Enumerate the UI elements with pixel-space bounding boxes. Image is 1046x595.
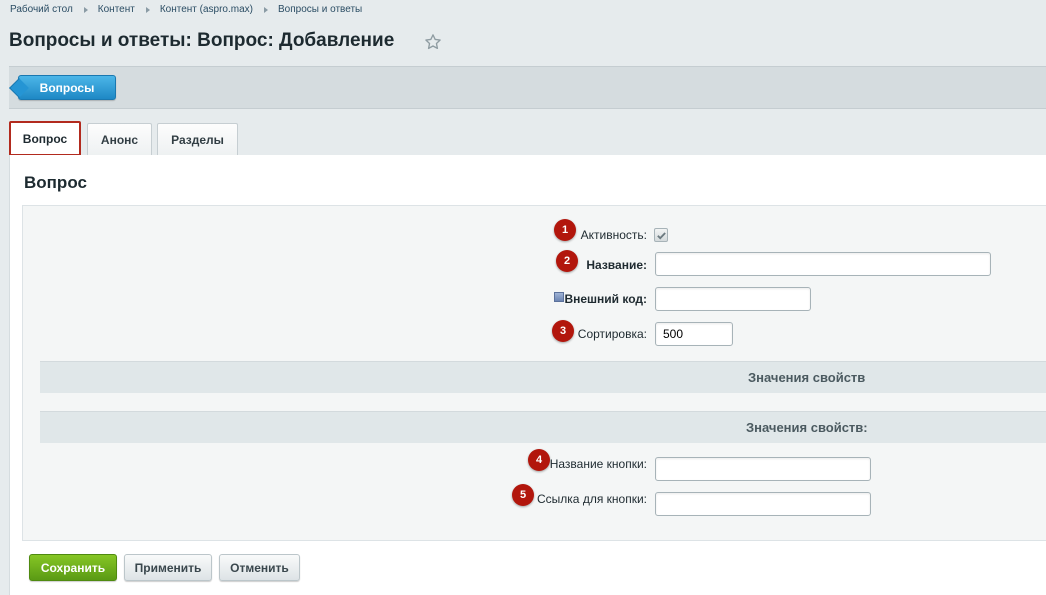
properties-section-header-2: Значения свойств: bbox=[40, 411, 1046, 443]
tab-label: Вопрос bbox=[22, 131, 68, 146]
save-button[interactable]: Сохранить bbox=[29, 554, 117, 581]
button-name-label: Название кнопки: bbox=[549, 457, 647, 471]
properties-header-text-2: Значения свойств: bbox=[746, 420, 868, 435]
breadcrumb-item-content[interactable]: Контент bbox=[98, 4, 135, 15]
cancel-button[interactable]: Отменить bbox=[219, 554, 300, 581]
hint-icon[interactable] bbox=[554, 292, 564, 302]
breadcrumb-item-content-aspro[interactable]: Контент (aspro.max) bbox=[160, 4, 253, 15]
tab-question[interactable]: Вопрос bbox=[9, 121, 81, 156]
tab-label: Анонс bbox=[100, 132, 139, 147]
button-link-label: Ссылка для кнопки: bbox=[537, 492, 647, 506]
form-area: 1 Активность: 2 Название: Внешний код: 3… bbox=[22, 205, 1046, 541]
active-label: Активность: bbox=[580, 228, 647, 242]
name-input[interactable] bbox=[655, 252, 991, 276]
back-button-label: Вопросы bbox=[39, 80, 95, 95]
properties-section-header: Значения свойств bbox=[40, 361, 1046, 393]
breadcrumb-separator-icon bbox=[145, 6, 150, 13]
tab-content: Вопрос 1 Активность: 2 Название: Внешний… bbox=[9, 155, 1046, 595]
name-label: Название: bbox=[586, 258, 647, 272]
active-checkbox[interactable] bbox=[654, 228, 668, 242]
external-code-input[interactable] bbox=[655, 287, 811, 311]
annotation-badge: 4 bbox=[528, 449, 550, 471]
sort-label: Сортировка: bbox=[577, 327, 647, 341]
checkmark-icon bbox=[657, 232, 666, 240]
breadcrumb: Рабочий стол Контент Контент (aspro.max)… bbox=[10, 4, 362, 15]
sort-input[interactable] bbox=[655, 322, 733, 346]
external-code-label: Внешний код: bbox=[564, 292, 647, 306]
button-link-input[interactable] bbox=[655, 492, 871, 516]
favorite-star-icon[interactable] bbox=[424, 33, 442, 51]
annotation-badge: 2 bbox=[556, 250, 578, 272]
breadcrumb-item-desktop[interactable]: Рабочий стол bbox=[10, 4, 73, 15]
toolbar: Вопросы bbox=[9, 66, 1046, 109]
section-title: Вопрос bbox=[24, 173, 87, 192]
breadcrumb-item-faq[interactable]: Вопросы и ответы bbox=[278, 4, 362, 15]
page-title: Вопросы и ответы: Вопрос: Добавление bbox=[9, 30, 395, 51]
annotation-badge: 3 bbox=[552, 320, 574, 342]
back-to-questions-button[interactable]: Вопросы bbox=[18, 75, 116, 100]
tab-announcement[interactable]: Анонс bbox=[87, 123, 152, 155]
tab-label: Разделы bbox=[171, 132, 224, 147]
annotation-badge: 5 bbox=[512, 484, 534, 506]
properties-header-text: Значения свойств bbox=[748, 370, 866, 385]
apply-button[interactable]: Применить bbox=[124, 554, 212, 581]
button-name-input[interactable] bbox=[655, 457, 871, 481]
tab-sections[interactable]: Разделы bbox=[157, 123, 238, 155]
breadcrumb-separator-icon bbox=[83, 6, 88, 13]
breadcrumb-separator-icon bbox=[264, 6, 268, 13]
annotation-badge: 1 bbox=[554, 219, 576, 241]
